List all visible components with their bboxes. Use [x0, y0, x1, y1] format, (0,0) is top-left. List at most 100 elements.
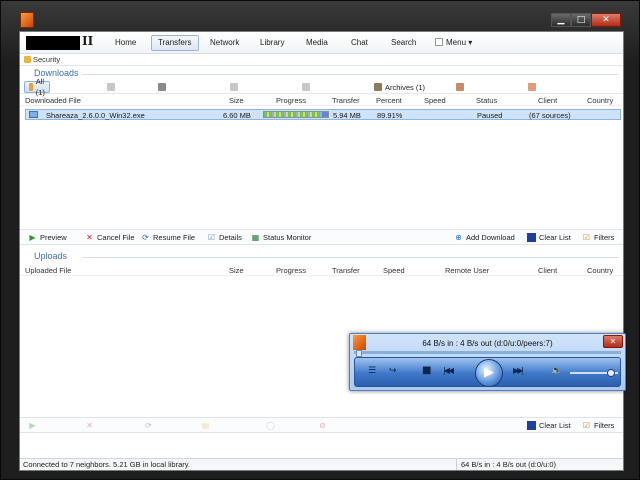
col-downloaded-file[interactable]: Downloaded File [25, 96, 81, 105]
filter-tab-archives[interactable]: Archives (1) [370, 81, 429, 93]
nav-home[interactable]: Home [108, 35, 143, 51]
ban-icon: ⊘ [319, 421, 326, 430]
download-progress-bar [263, 111, 329, 118]
uploads-toolbar: ▶ ✕ ⟳ ▤ ◯ ⊘ Clear List ☑ Filters [20, 417, 623, 433]
col-speed[interactable]: Speed [383, 266, 405, 275]
nav-transfers[interactable]: Transfers [151, 35, 199, 51]
nav-library[interactable]: Library [253, 35, 291, 51]
nav-menu[interactable]: Menu ▾ [428, 35, 479, 51]
custom-filter-icon [528, 83, 537, 91]
player-title: 64 B/s in : 4 B/s out (d:0/u:0/peers:7) [422, 339, 553, 348]
clear-list-button[interactable]: Clear List [527, 421, 571, 430]
filter-tab-documents[interactable] [298, 81, 344, 93]
volume-slider-handle[interactable] [606, 369, 615, 377]
cancel-icon: ✕ [86, 233, 93, 242]
upload-cancel-button[interactable]: ✕ [85, 421, 135, 430]
status-monitor-button[interactable]: ▦ Status Monitor [251, 233, 312, 242]
music-icon [107, 83, 115, 91]
table-row[interactable]: Shareaza_2.6.0.0_Win32.exe 6.60 MB 5.94 … [25, 109, 621, 120]
media-player-window[interactable]: 64 B/s in : 4 B/s out (d:0/u:0/peers:7) … [349, 333, 626, 391]
col-size[interactable]: Size [229, 266, 244, 275]
nav-chat[interactable]: Chat [344, 35, 375, 51]
uploads-column-headers: Uploaded File Size Progress Transfer Spe… [20, 264, 623, 276]
clear-list-icon [527, 233, 536, 242]
filter-tab-torrents[interactable] [452, 81, 498, 93]
close-button[interactable]: ✕ [591, 13, 621, 27]
client-area: II Home Transfers Network Library Media … [19, 31, 624, 471]
filter-tab-all[interactable]: All (1) [24, 77, 50, 97]
player-controls: ☰ ↪ ■ |◀◀ ▶ ▶▶| 🔈 [354, 357, 621, 387]
filter-tab-video[interactable] [154, 81, 200, 93]
film-icon [158, 83, 166, 91]
clear-list-label: Clear List [539, 421, 571, 430]
menu-label: Menu [446, 38, 467, 47]
col-progress[interactable]: Progress [276, 96, 306, 105]
col-uploaded-file[interactable]: Uploaded File [25, 266, 71, 275]
player-close-button[interactable]: ✕ [603, 335, 623, 348]
col-client[interactable]: Client [538, 266, 557, 275]
app-icon[interactable] [20, 12, 34, 28]
filter-tab-images[interactable] [226, 81, 272, 93]
window-controls: ▁ □ ✕ [551, 13, 621, 27]
downloads-toolbar: ▶ Preview ✕ Cancel File ⟳ Resume File ☑ Deta… [20, 229, 623, 245]
details-button[interactable]: ☑ Details [207, 233, 242, 242]
status-connection: Connected to 7 neighbors. 5.21 GB in loc… [23, 460, 191, 469]
main-navigation: II Home Transfers Network Library Media … [20, 32, 623, 54]
browse-icon: ▤ [201, 421, 210, 430]
col-status[interactable]: Status [476, 96, 497, 105]
filters-button[interactable]: ☑ Filters [582, 233, 615, 242]
downloads-section-title: Downloads [20, 66, 623, 81]
filters-button[interactable]: ☑ Filters [582, 421, 615, 430]
col-transfer[interactable]: Transfer [332, 96, 360, 105]
nav-network[interactable]: Network [203, 35, 246, 51]
download-filter-tabs: All (1) Archives (1) [20, 77, 623, 97]
previous-icon[interactable]: |◀◀ [443, 366, 454, 375]
upload-ban-button[interactable]: ⊘ [318, 421, 364, 430]
preview-button[interactable]: ▶ Preview [28, 233, 66, 242]
clear-list-label: Clear List [539, 233, 571, 242]
nav-media[interactable]: Media [299, 35, 335, 51]
filter-tab-audio[interactable] [103, 81, 149, 93]
filter-check-icon: ☑ [582, 233, 591, 242]
cancel-file-button[interactable]: ✕ Cancel File [85, 233, 134, 242]
clear-list-button[interactable]: Clear List [527, 233, 571, 242]
upload-browse-button[interactable]: ▤ [201, 421, 259, 430]
upload-start-button[interactable]: ⟳ [144, 421, 194, 430]
section-divider [82, 74, 619, 75]
add-icon: ⊕ [455, 233, 462, 242]
col-country[interactable]: Country [587, 96, 613, 105]
security-bar[interactable]: Security [20, 54, 623, 66]
col-remote-user[interactable]: Remote User [445, 266, 489, 275]
start-icon: ⟳ [145, 421, 152, 430]
uploads-section-title: Uploads [20, 249, 623, 264]
col-country[interactable]: Country [587, 266, 613, 275]
nav-search[interactable]: Search [384, 35, 423, 51]
col-speed[interactable]: Speed [424, 96, 446, 105]
playlist-icon[interactable]: ☰ [368, 366, 376, 376]
maximize-button[interactable]: □ [571, 13, 591, 27]
col-transfer[interactable]: Transfer [332, 266, 360, 275]
torrent-icon [456, 83, 465, 91]
add-download-label: Add Download [466, 233, 515, 242]
col-percent[interactable]: Percent [376, 96, 402, 105]
row-size: 6.60 MB [223, 111, 251, 120]
stop-icon[interactable]: ■ [422, 365, 431, 376]
upload-chat-button[interactable]: ◯ [266, 421, 310, 430]
col-progress[interactable]: Progress [276, 266, 306, 275]
play-button[interactable]: ▶ [475, 359, 503, 387]
col-client[interactable]: Client [538, 96, 557, 105]
resume-file-button[interactable]: ⟳ Resume File [141, 233, 195, 242]
next-icon[interactable]: ▶▶| [513, 366, 524, 375]
filter-tab-custom[interactable] [524, 81, 570, 93]
upload-file-button[interactable]: ▶ [28, 421, 74, 430]
folder-icon [29, 83, 33, 91]
repeat-icon[interactable]: ↪ [389, 366, 397, 376]
details-icon: ☑ [207, 233, 216, 242]
minimize-button[interactable]: ▁ [551, 13, 571, 27]
add-download-button[interactable]: ⊕ Add Download [454, 233, 515, 242]
seek-bar[interactable] [354, 350, 621, 357]
details-label: Details [219, 233, 242, 242]
downloads-column-headers: Downloaded File Size Progress Transfer P… [20, 94, 623, 106]
volume-icon[interactable]: 🔈 [551, 366, 562, 376]
col-size[interactable]: Size [229, 96, 244, 105]
